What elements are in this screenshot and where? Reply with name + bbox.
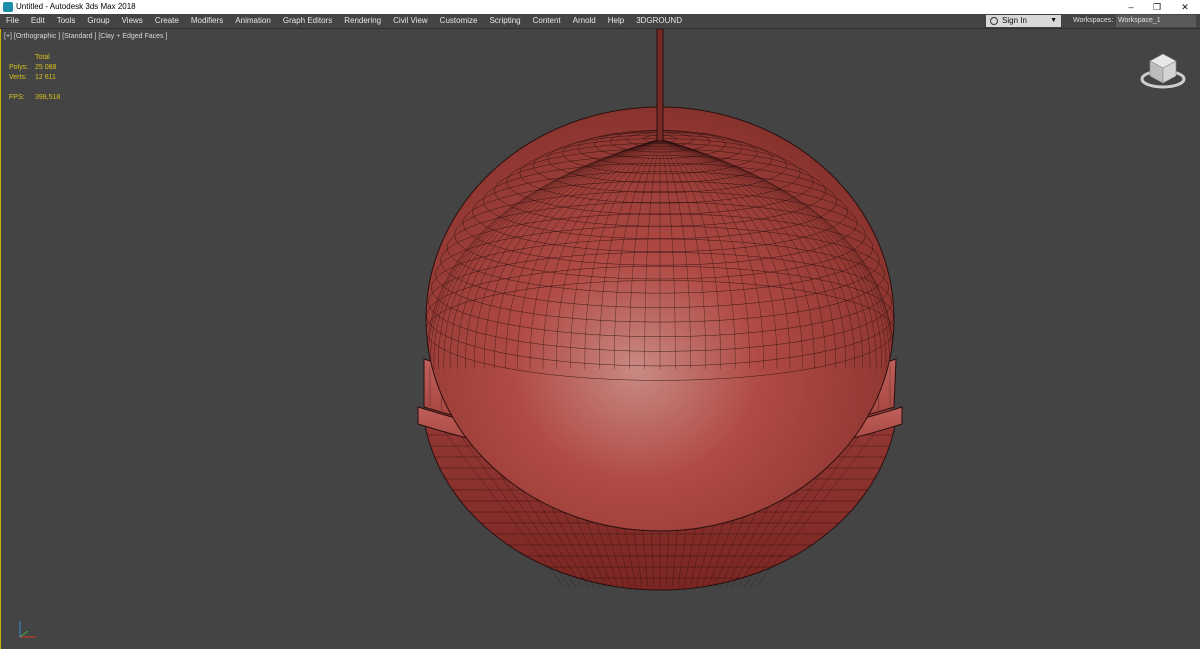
menu-item-customize[interactable]: Customize: [434, 14, 484, 28]
menu-item-graph-editors[interactable]: Graph Editors: [277, 14, 338, 28]
chevron-down-icon: ▼: [1050, 17, 1057, 24]
menu-item-tools[interactable]: Tools: [51, 14, 82, 28]
hanging-cable: [656, 29, 664, 142]
viewport-active-border: [0, 29, 1, 649]
axis-tripod-icon: [19, 621, 36, 638]
sign-in-label: Sign In: [1002, 16, 1027, 25]
verts-label: Verts:: [9, 74, 27, 81]
app-icon: [3, 2, 13, 12]
minimize-button[interactable]: –: [1118, 0, 1144, 14]
viewcube-icon[interactable]: [1138, 47, 1188, 91]
menu-item-create[interactable]: Create: [149, 14, 185, 28]
user-icon: [990, 17, 998, 25]
menu-item-modifiers[interactable]: Modifiers: [185, 14, 229, 28]
menu-item-help[interactable]: Help: [602, 14, 630, 28]
sign-in-dropdown[interactable]: Sign In ▼: [986, 15, 1061, 27]
close-button[interactable]: ✕: [1172, 0, 1198, 14]
workspaces-select[interactable]: Workspace_1: [1116, 15, 1196, 27]
restore-button[interactable]: ❐: [1144, 0, 1170, 14]
menu-item-content[interactable]: Content: [527, 14, 567, 28]
stats-header: Total: [35, 54, 50, 61]
menu-item-civil-view[interactable]: Civil View: [387, 14, 434, 28]
menu-item-animation[interactable]: Animation: [229, 14, 277, 28]
window-title: Untitled - Autodesk 3ds Max 2018: [16, 2, 136, 11]
menu-item-scripting[interactable]: Scripting: [483, 14, 526, 28]
menu-bar: File Edit Tools Group Views Create Modifiers An…: [0, 14, 1200, 29]
workspaces-label: Workspaces:: [1073, 17, 1114, 24]
menu-item-views[interactable]: Views: [116, 14, 149, 28]
verts-value: 12 611: [35, 74, 56, 81]
menu-item-3dground[interactable]: 3DGROUND: [630, 14, 688, 28]
scene-canvas[interactable]: [0, 29, 1200, 649]
viewport-label[interactable]: [+] [Orthographic ] [Standard ] [Clay + …: [4, 33, 167, 40]
menu-item-group[interactable]: Group: [81, 14, 115, 28]
menu-item-arnold[interactable]: Arnold: [567, 14, 602, 28]
fps-value: 398,518: [35, 94, 61, 101]
menu-items: File Edit Tools Group Views Create Modifiers An…: [0, 14, 688, 28]
title-bar: Untitled - Autodesk 3ds Max 2018 – ❐ ✕: [0, 0, 1200, 14]
viewport-statistics: Total Polys: 25 088 Verts: 12 611 FPS: 398,…: [9, 53, 60, 103]
polys-label: Polys:: [9, 64, 29, 71]
menu-item-file[interactable]: File: [0, 14, 25, 28]
polys-value: 25 088: [35, 64, 57, 71]
perspective-viewport[interactable]: [+] [Orthographic ] [Standard ] [Clay + …: [0, 29, 1200, 649]
menu-item-rendering[interactable]: Rendering: [338, 14, 387, 28]
fps-label: FPS:: [9, 94, 25, 101]
workspaces-value: Workspace_1: [1118, 17, 1161, 24]
menu-item-edit[interactable]: Edit: [25, 14, 51, 28]
